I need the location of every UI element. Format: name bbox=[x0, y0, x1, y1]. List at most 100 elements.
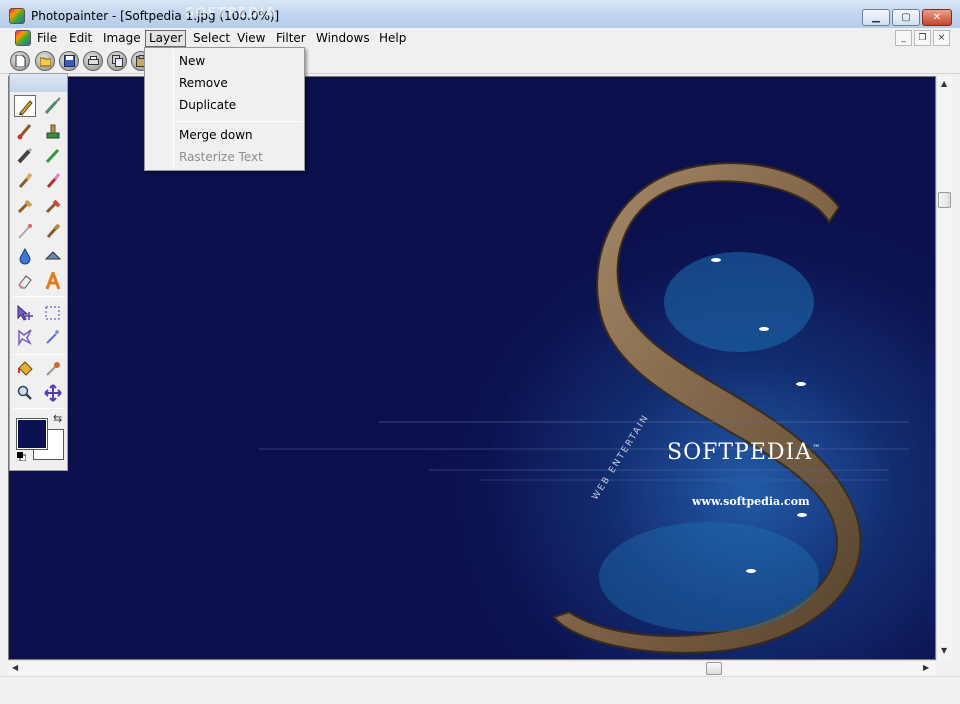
copy-icon bbox=[112, 55, 123, 67]
tool-move-selection[interactable] bbox=[14, 302, 36, 324]
tool-triangle-shape[interactable] bbox=[42, 245, 64, 267]
swap-colors-icon[interactable]: ⇆ bbox=[53, 412, 62, 425]
new-button[interactable] bbox=[10, 51, 30, 71]
doc-close-button[interactable]: × bbox=[933, 30, 950, 46]
save-icon bbox=[64, 55, 75, 67]
tool-paintbrush[interactable] bbox=[14, 120, 36, 142]
palette-separator bbox=[13, 408, 65, 409]
foreground-color-swatch[interactable] bbox=[16, 418, 48, 450]
move-icon bbox=[44, 384, 62, 402]
tool-text[interactable] bbox=[42, 270, 64, 292]
magic-wand-icon bbox=[46, 330, 59, 344]
status-bar bbox=[0, 676, 960, 704]
tool-paint-bucket[interactable] bbox=[14, 358, 36, 380]
menu-windows[interactable]: Windows bbox=[313, 31, 373, 46]
tool-wand-brush[interactable] bbox=[14, 220, 36, 242]
layer-menu-dropdown: New Remove Duplicate Merge down Rasteriz… bbox=[144, 47, 305, 171]
reset-colors-icon[interactable] bbox=[17, 452, 26, 461]
scroll-left-icon[interactable]: ◀ bbox=[12, 663, 18, 672]
layer-menu-remove[interactable]: Remove bbox=[179, 75, 228, 91]
close-button[interactable]: ✕ bbox=[922, 9, 952, 26]
softpedia-url-text: www.softpedia.com bbox=[692, 495, 810, 508]
wand-brush-icon bbox=[18, 224, 32, 239]
layer-menu-rasterize-text: Rasterize Text bbox=[179, 150, 263, 164]
marker-icon bbox=[17, 147, 33, 164]
layer-menu-new[interactable]: New bbox=[179, 53, 205, 69]
tool-airbrush[interactable] bbox=[42, 95, 64, 117]
menu-file[interactable]: File bbox=[34, 31, 60, 46]
tool-water-drop[interactable] bbox=[14, 245, 36, 267]
tool-brush[interactable] bbox=[14, 170, 36, 192]
airbrush-icon bbox=[44, 97, 61, 115]
clone-stamp-icon bbox=[46, 124, 60, 139]
copy-button[interactable] bbox=[107, 51, 127, 71]
menu-select[interactable]: Select bbox=[190, 31, 233, 46]
document-icon[interactable] bbox=[15, 30, 31, 46]
horizontal-scroll-thumb[interactable] bbox=[706, 662, 722, 675]
palette-separator bbox=[13, 296, 65, 297]
menu-gutter bbox=[173, 50, 174, 168]
print-icon bbox=[88, 56, 99, 65]
tool-crayon[interactable] bbox=[42, 145, 64, 167]
tool-eraser[interactable] bbox=[14, 270, 36, 292]
horizontal-scrollbar[interactable]: ◀ ▶ bbox=[8, 660, 936, 676]
tool-eraser-brush[interactable] bbox=[42, 170, 64, 192]
palette-separator bbox=[13, 354, 65, 355]
tool-eyedropper[interactable] bbox=[42, 358, 64, 380]
layer-menu-duplicate[interactable]: Duplicate bbox=[179, 97, 236, 113]
palette-caption[interactable] bbox=[10, 74, 67, 92]
tool-fill-brush[interactable] bbox=[14, 195, 36, 217]
menu-image[interactable]: Image bbox=[100, 31, 144, 46]
print-button[interactable] bbox=[83, 51, 103, 71]
tool-smudge[interactable] bbox=[42, 195, 64, 217]
menu-edit[interactable]: Edit bbox=[66, 31, 95, 46]
menu-help[interactable]: Help bbox=[376, 31, 409, 46]
crayon-icon bbox=[45, 148, 60, 164]
tool-zoom[interactable] bbox=[14, 382, 36, 404]
tool-blur[interactable] bbox=[42, 220, 64, 242]
menu-filter[interactable]: Filter bbox=[273, 31, 309, 46]
open-button[interactable] bbox=[35, 51, 55, 71]
scroll-up-icon[interactable]: ▲ bbox=[941, 79, 947, 88]
blur-icon bbox=[46, 223, 61, 238]
minimize-button[interactable]: ▁ bbox=[862, 9, 890, 26]
move-selection-icon bbox=[17, 304, 33, 321]
eyedropper-icon bbox=[46, 362, 60, 376]
text-tool-icon bbox=[45, 272, 61, 290]
eraser-brush-icon bbox=[46, 173, 61, 188]
pencil-icon bbox=[19, 100, 33, 116]
lasso-icon bbox=[18, 329, 32, 346]
paint-bucket-icon bbox=[18, 361, 33, 376]
brush-icon bbox=[18, 172, 33, 188]
eraser-icon bbox=[18, 275, 32, 289]
tool-move[interactable] bbox=[42, 382, 64, 404]
tool-lasso[interactable] bbox=[14, 326, 36, 348]
tool-clone-stamp[interactable] bbox=[42, 120, 64, 142]
rect-select-icon bbox=[45, 306, 60, 320]
menu-view[interactable]: View bbox=[234, 31, 268, 46]
water-drop-icon bbox=[19, 247, 31, 265]
new-icon bbox=[15, 55, 26, 67]
scroll-down-icon[interactable]: ▼ bbox=[941, 646, 947, 655]
menu-layer[interactable]: Layer bbox=[145, 30, 187, 47]
menu-bar: File Edit Image Layer Select View Filter… bbox=[0, 28, 960, 48]
triangle-shape-icon bbox=[44, 251, 62, 260]
save-button[interactable] bbox=[59, 51, 79, 71]
title-watermark: SOFTPEDIA bbox=[185, 6, 277, 21]
smudge-icon bbox=[45, 199, 61, 214]
vertical-scroll-thumb[interactable] bbox=[938, 192, 951, 208]
maximize-button[interactable]: ▢ bbox=[892, 9, 920, 26]
open-icon bbox=[40, 57, 51, 67]
tool-marker[interactable] bbox=[14, 145, 36, 167]
fill-brush-icon bbox=[17, 199, 33, 214]
doc-restore-button[interactable]: ❐ bbox=[914, 30, 931, 46]
layer-menu-merge-down[interactable]: Merge down bbox=[179, 127, 253, 143]
app-icon[interactable] bbox=[9, 8, 25, 24]
tool-pencil[interactable] bbox=[14, 95, 36, 117]
doc-minimize-button[interactable]: _ bbox=[895, 30, 912, 46]
tool-magic-wand[interactable] bbox=[42, 326, 64, 348]
tool-rect-select[interactable] bbox=[42, 302, 64, 324]
vertical-scrollbar[interactable]: ▲ ▼ bbox=[936, 76, 952, 660]
softpedia-logo-text: SOFTPEDIA™ bbox=[667, 440, 822, 465]
scroll-right-icon[interactable]: ▶ bbox=[923, 663, 929, 672]
